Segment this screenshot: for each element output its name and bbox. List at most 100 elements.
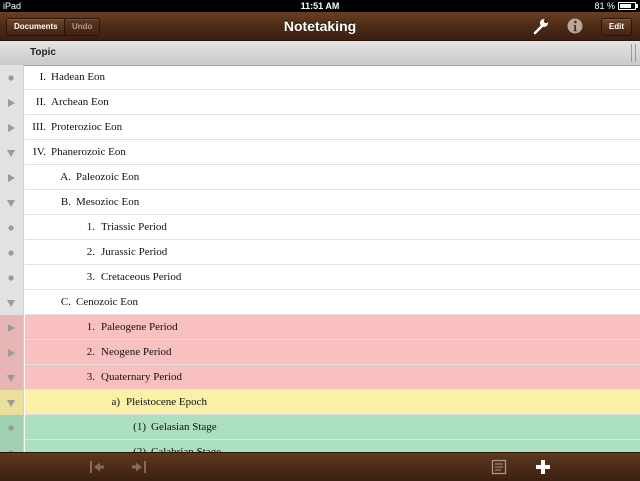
outline-text[interactable]: Pleistocene Epoch <box>126 390 207 415</box>
row-content[interactable]: a) Pleistocene Epoch <box>25 390 640 415</box>
row-gutter[interactable] <box>0 165 24 190</box>
disclosure-expanded-icon[interactable] <box>6 298 16 308</box>
info-icon[interactable] <box>567 18 583 34</box>
undo-button[interactable]: Undo <box>64 18 101 36</box>
row-content[interactable]: A. Paleozoic Eon <box>25 165 640 190</box>
row-content[interactable]: C. Cenozoic Eon <box>25 290 640 315</box>
outline-row[interactable]: 1. Triassic Period <box>0 215 640 240</box>
row-content[interactable]: 1. Triassic Period <box>25 215 640 240</box>
edit-button[interactable]: Edit <box>600 18 632 36</box>
navigation-bar: Notetaking Documents Undo Edit <box>0 12 640 41</box>
disclosure-collapsed-icon[interactable] <box>6 173 16 183</box>
outline-row[interactable]: 3. Quaternary Period <box>0 365 640 390</box>
row-content[interactable]: I. Hadean Eon <box>25 65 640 90</box>
outline-text[interactable]: Archean Eon <box>51 90 109 115</box>
row-content[interactable]: (2) Calabrian Stage <box>25 440 640 452</box>
note-icon[interactable] <box>490 459 508 475</box>
disclosure-expanded-icon[interactable] <box>6 398 16 408</box>
outline-text[interactable]: Quaternary Period <box>101 365 182 390</box>
wrench-icon[interactable] <box>531 17 551 35</box>
row-content[interactable]: B. Mesozioc Eon <box>25 190 640 215</box>
row-content[interactable]: 3. Quaternary Period <box>25 365 640 390</box>
row-content[interactable]: 2. Jurassic Period <box>25 240 640 265</box>
disclosure-expanded-icon[interactable] <box>6 148 16 158</box>
outline-text[interactable]: Paleogene Period <box>101 315 178 340</box>
header-gutter <box>0 41 24 65</box>
outline-row[interactable]: C. Cenozoic Eon <box>0 290 640 315</box>
row-gutter[interactable] <box>0 415 24 440</box>
status-bar: iPad 11:51 AM 81 % <box>0 0 640 12</box>
row-gutter[interactable] <box>0 340 24 365</box>
outline-text[interactable]: Neogene Period <box>101 340 172 365</box>
row-gutter[interactable] <box>0 90 24 115</box>
outline-text[interactable]: Jurassic Period <box>101 240 167 265</box>
outline-row[interactable]: 2. Neogene Period <box>0 340 640 365</box>
outline-text[interactable]: Mesozioc Eon <box>76 190 139 215</box>
add-icon[interactable] <box>534 459 552 475</box>
row-gutter[interactable] <box>0 365 24 390</box>
row-gutter[interactable] <box>0 290 24 315</box>
outline-text[interactable]: Paleozoic Eon <box>76 165 139 190</box>
bullet-icon <box>8 75 14 81</box>
row-content[interactable]: 2. Neogene Period <box>25 340 640 365</box>
outline-number: A. <box>60 171 71 183</box>
row-gutter[interactable] <box>0 315 24 340</box>
outline-list: I. Hadean Eon II. Archean Eon III. Proterozio… <box>0 65 640 452</box>
outline-row[interactable]: (2) Calabrian Stage <box>0 440 640 452</box>
outline-text[interactable]: Triassic Period <box>101 215 167 240</box>
outline-text[interactable]: Phanerozoic Eon <box>51 140 126 165</box>
row-gutter[interactable] <box>0 65 24 90</box>
disclosure-collapsed-icon[interactable] <box>6 348 16 358</box>
outline-row[interactable]: II. Archean Eon <box>0 90 640 115</box>
column-resize-handle[interactable] <box>631 44 636 62</box>
row-gutter[interactable] <box>0 190 24 215</box>
row-content[interactable]: (1) Gelasian Stage <box>25 415 640 440</box>
disclosure-collapsed-icon[interactable] <box>6 98 16 108</box>
row-gutter[interactable] <box>0 390 24 415</box>
row-content[interactable]: II. Archean Eon <box>25 90 640 115</box>
outline-number: 2. <box>86 246 95 258</box>
documents-button[interactable]: Documents <box>6 18 66 36</box>
outline-row[interactable]: III. Proterozioc Eon <box>0 115 640 140</box>
outline-text[interactable]: Gelasian Stage <box>151 415 217 440</box>
outline-text[interactable]: Proterozioc Eon <box>51 115 122 140</box>
battery-fill <box>620 4 631 8</box>
outline-text[interactable]: Calabrian Stage <box>151 440 221 452</box>
clock: 11:51 AM <box>300 1 340 11</box>
row-gutter[interactable] <box>0 140 24 165</box>
outline-number: II. <box>35 96 46 108</box>
outline-row[interactable]: 1. Paleogene Period <box>0 315 640 340</box>
row-gutter[interactable] <box>0 440 24 452</box>
outline-text[interactable]: Cretaceous Period <box>101 265 181 290</box>
outline-row[interactable]: 2. Jurassic Period <box>0 240 640 265</box>
outline-text[interactable]: Hadean Eon <box>51 65 105 90</box>
outdent-icon[interactable] <box>88 459 106 475</box>
outline-row[interactable]: (1) Gelasian Stage <box>0 415 640 440</box>
row-gutter[interactable] <box>0 265 24 290</box>
disclosure-collapsed-icon[interactable] <box>6 123 16 133</box>
outline-number: 3. <box>86 271 95 283</box>
outline-row[interactable]: A. Paleozoic Eon <box>0 165 640 190</box>
row-gutter[interactable] <box>0 240 24 265</box>
row-content[interactable]: IV. Phanerozoic Eon <box>25 140 640 165</box>
bullet-icon <box>8 225 14 231</box>
bullet-icon <box>8 275 14 281</box>
outline-row[interactable]: I. Hadean Eon <box>0 65 640 90</box>
outline-row[interactable]: IV. Phanerozoic Eon <box>0 140 640 165</box>
disclosure-collapsed-icon[interactable] <box>6 323 16 333</box>
indent-icon[interactable] <box>130 459 148 475</box>
outline-text[interactable]: Cenozoic Eon <box>76 290 138 315</box>
outline-row[interactable]: a) Pleistocene Epoch <box>0 390 640 415</box>
row-content[interactable]: 3. Cretaceous Period <box>25 265 640 290</box>
outline-row[interactable]: 3. Cretaceous Period <box>0 265 640 290</box>
disclosure-expanded-icon[interactable] <box>6 373 16 383</box>
topic-column-header[interactable]: Topic <box>30 41 56 65</box>
row-content[interactable]: 1. Paleogene Period <box>25 315 640 340</box>
disclosure-expanded-icon[interactable] <box>6 198 16 208</box>
row-content[interactable]: III. Proterozioc Eon <box>25 115 640 140</box>
bullet-icon <box>8 250 14 256</box>
row-gutter[interactable] <box>0 115 24 140</box>
outline-row[interactable]: B. Mesozioc Eon <box>0 190 640 215</box>
outline-number: I. <box>39 71 46 83</box>
row-gutter[interactable] <box>0 215 24 240</box>
